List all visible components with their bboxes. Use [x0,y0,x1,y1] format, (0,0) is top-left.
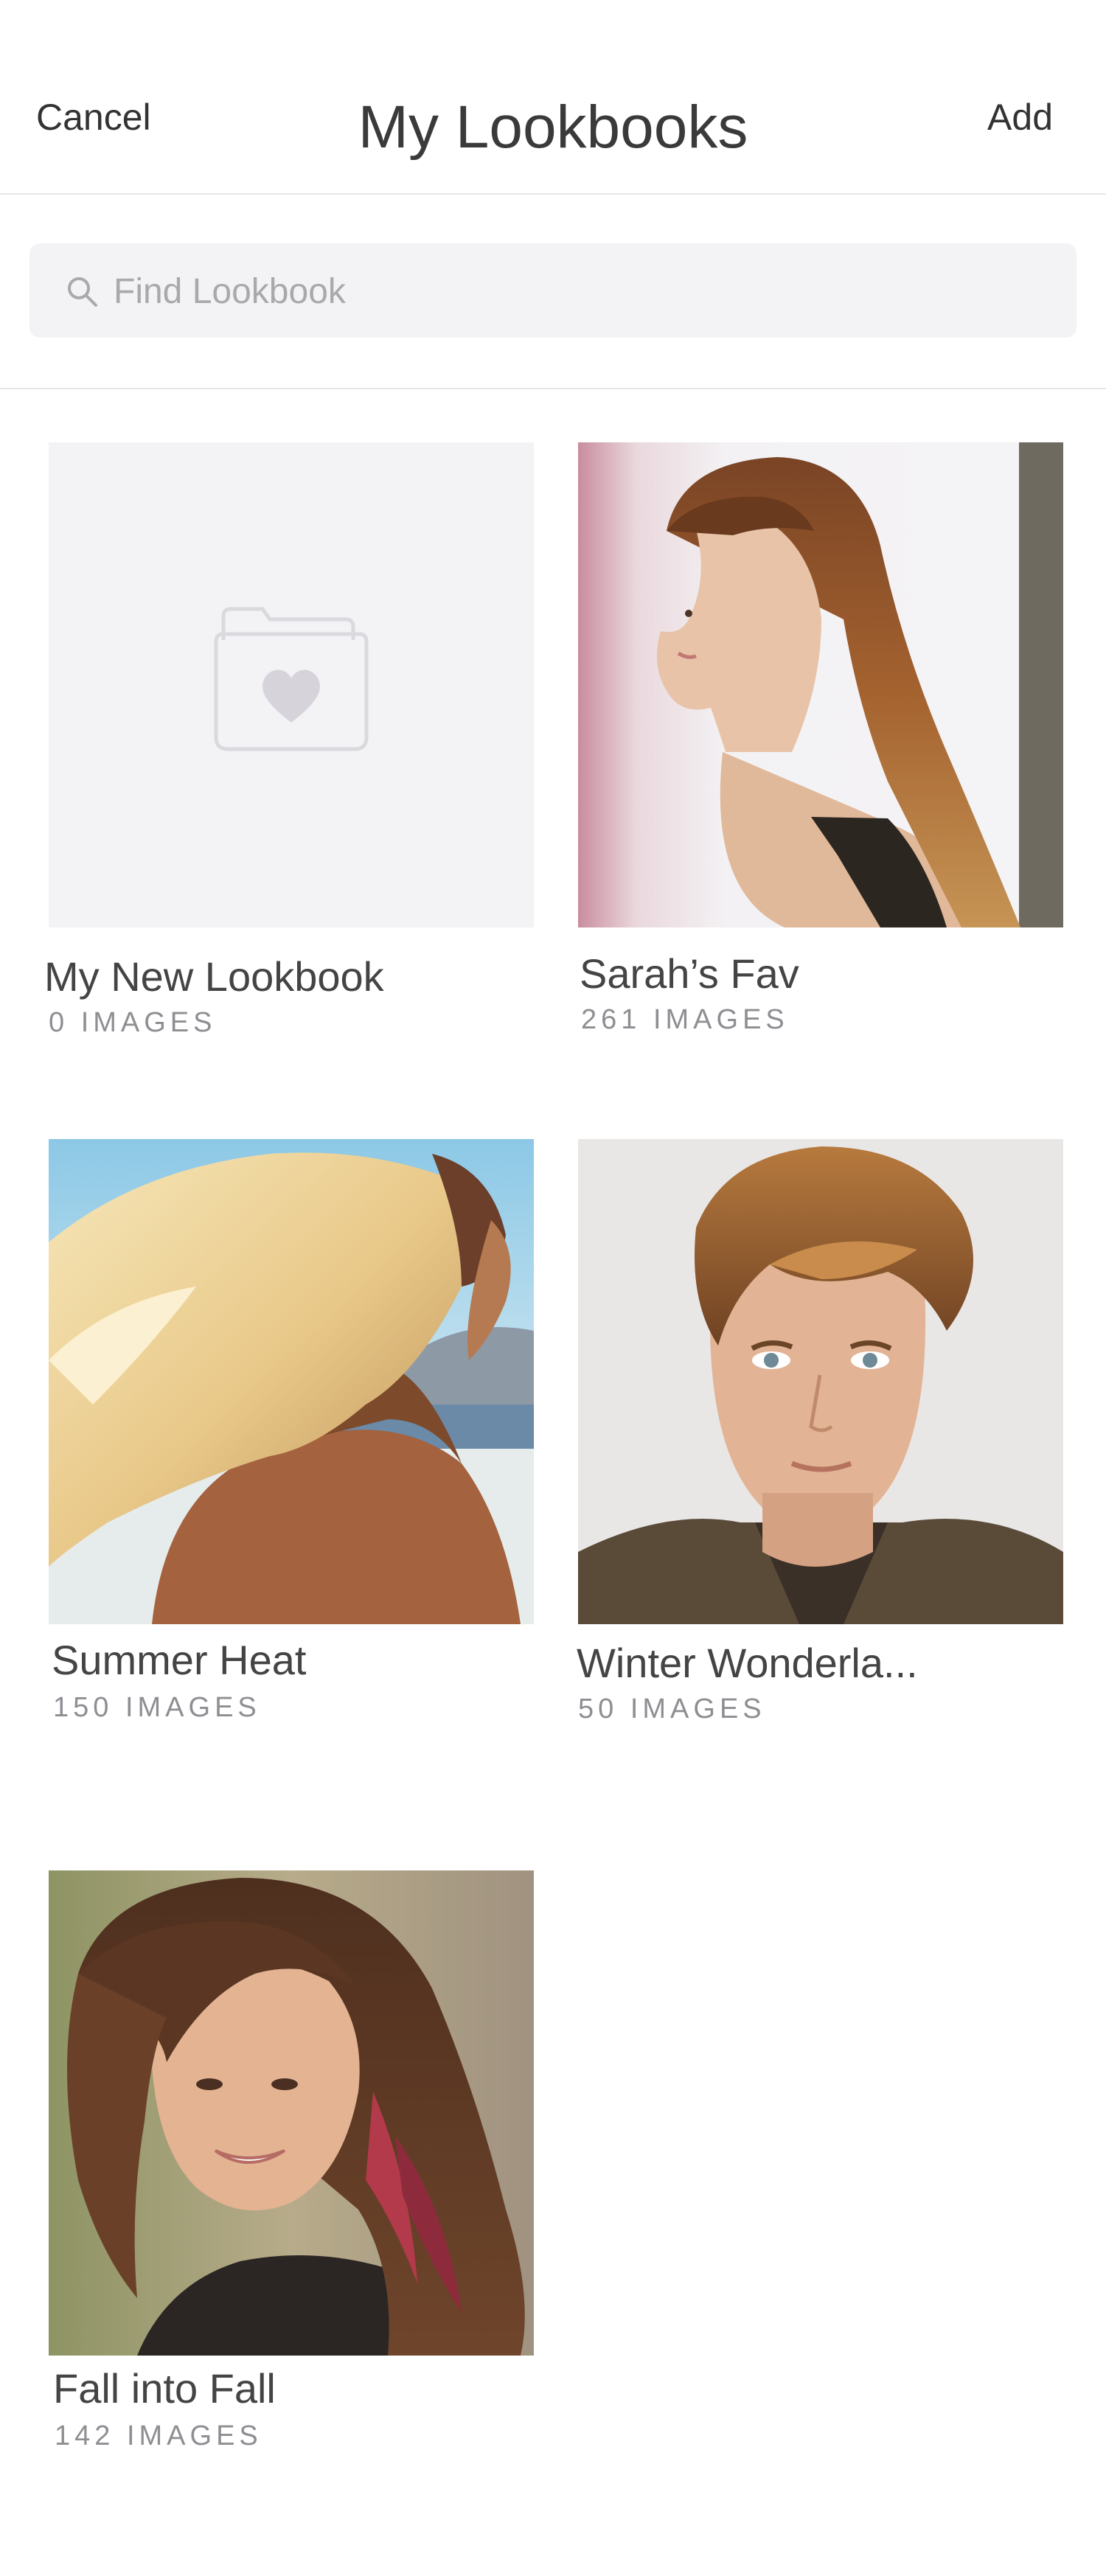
lookbook-card-winter-wonderland[interactable]: Winter Wonderla... 50 IMAGES [577,1139,1079,1744]
folder-heart-icon [214,607,369,751]
lookbook-name: Winter Wonderla... [577,1640,918,1686]
lookbook-thumbnail [49,1870,534,2356]
lookbook-thumbnail [578,1139,1063,1624]
lookbook-card-my-new-lookbook[interactable]: My New Lookbook 0 IMAGES [44,442,550,1047]
search-bar[interactable] [29,243,1077,339]
lookbook-image-count: 0 IMAGES [49,1007,217,1038]
lookbook-name: Sarah’s Fav [580,950,799,997]
page-title: My Lookbooks [358,94,748,161]
lookbook-thumbnail [49,1139,534,1624]
search-section [0,195,1106,389]
lookbook-image-count: 50 IMAGES [578,1693,766,1724]
lookbook-name: Summer Heat [52,1637,307,1683]
lookbook-image-count: 150 IMAGES [53,1692,261,1723]
lookbook-card-sarahs-fav[interactable]: Sarah’s Fav 261 IMAGES [578,442,1079,1047]
add-button[interactable]: Add [987,96,1053,139]
lookbook-image-count: 142 IMAGES [55,2420,262,2451]
lookbook-thumbnail [578,442,1063,927]
hair-photo-image [49,1870,534,2356]
lookbook-card-summer-heat[interactable]: Summer Heat 150 IMAGES [49,1139,550,1744]
hair-photo-image [49,1139,534,1624]
lookbook-image-count: 261 IMAGES [581,1004,789,1035]
lookbook-name: Fall into Fall [53,2365,276,2412]
lookbook-thumbnail [49,442,534,927]
search-icon [68,277,97,307]
lookbook-card-fall-into-fall[interactable]: Fall into Fall 142 IMAGES [49,1870,550,2475]
lookbook-name: My New Lookbook [44,953,384,1000]
hair-photo-image [578,442,1063,927]
search-input[interactable] [112,243,1059,339]
hair-photo-image [578,1139,1063,1624]
top-nav-bar: Cancel My Lookbooks Add [0,0,1106,195]
